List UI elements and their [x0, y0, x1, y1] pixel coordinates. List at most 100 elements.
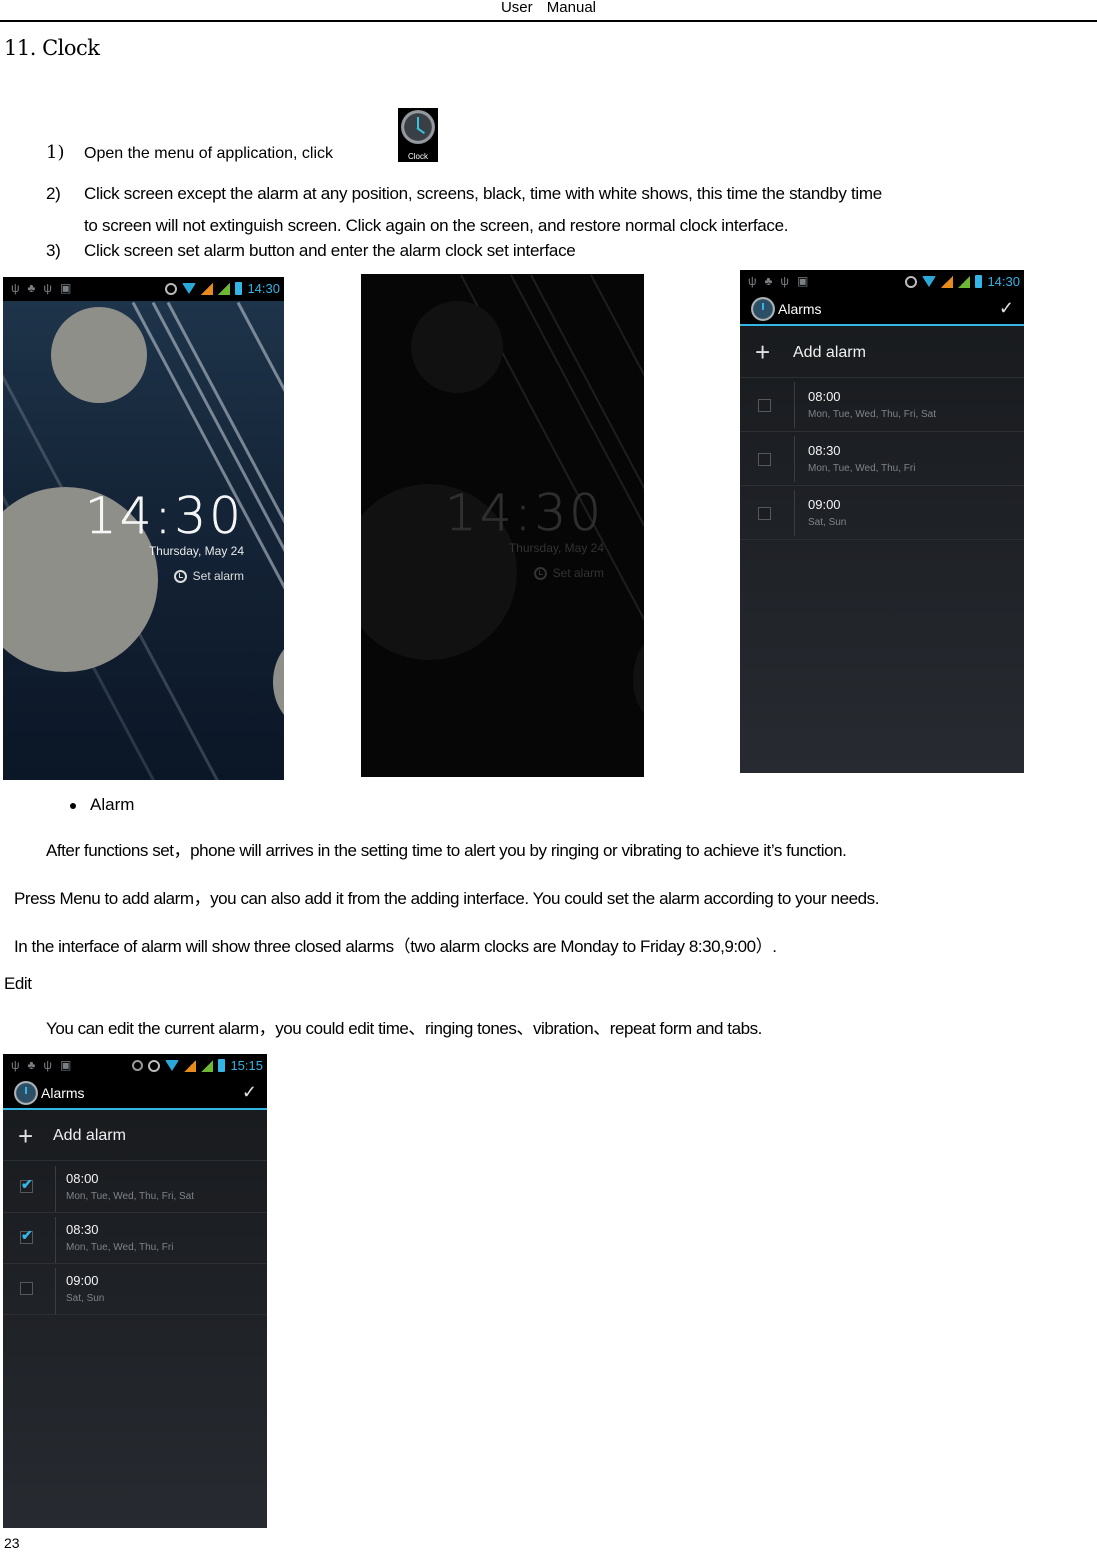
bullet-item: Alarm: [70, 795, 134, 815]
lockscreen-date: Thursday, May 24: [148, 544, 244, 558]
alarm-list: 08:00 Mon, Tue, Wed, Thu, Fri, Sat 08:30 Mo…: [740, 378, 1024, 540]
battery-icon: [975, 275, 983, 288]
alarm-repeat-days: Sat, Sun: [66, 1293, 105, 1304]
signal-icon: [218, 282, 231, 295]
alarm-time: 08:30: [808, 443, 841, 458]
step-3: 3) Click screen set alarm button and ente…: [46, 241, 576, 261]
notification-icons: ψ♣ψ▣: [748, 274, 817, 288]
done-check-icon[interactable]: ✓: [242, 1082, 257, 1103]
status-time: 14:30: [987, 274, 1020, 289]
alarm-clock-icon: [533, 566, 547, 580]
status-time: 14:30: [247, 281, 280, 296]
battery-icon: [235, 282, 243, 295]
step-1: 1) Open the menu of application, click: [46, 142, 333, 163]
status-bar: ψ♣ψ▣ 14:30: [3, 277, 284, 301]
wallpaper-bubble: [411, 301, 503, 393]
alarm-repeat-days: Mon, Tue, Wed, Thu, Fri, Sat: [808, 409, 937, 420]
divider: [794, 490, 795, 536]
action-bar-title: Alarms: [41, 1085, 85, 1101]
done-check-icon[interactable]: ✓: [999, 298, 1014, 319]
lockscreen-dim-screenshot: 14:30 Thursday, May 24 Set alarm: [361, 274, 644, 777]
notification-icons: ψ♣ψ▣: [11, 1058, 80, 1072]
alarm-item[interactable]: 09:00 Sat, Sun: [740, 486, 1024, 540]
alarm-toggle-checkbox[interactable]: [20, 1227, 33, 1244]
alarm-repeat-days: Mon, Tue, Wed, Thu, Fri: [66, 1242, 174, 1253]
alarm-repeat-days: Mon, Tue, Wed, Thu, Fri: [808, 463, 916, 474]
alarm-toggle-checkbox[interactable]: [758, 399, 771, 412]
alarm-status-icon: [132, 1060, 144, 1071]
plus-icon: +: [18, 1121, 34, 1151]
alarm-time: 08:00: [66, 1171, 99, 1186]
status-time: 15:15: [230, 1058, 263, 1073]
step-text: Click screen except the alarm at any pos…: [84, 184, 882, 203]
signal-icon: [184, 1059, 197, 1072]
alarm-repeat-days: Mon, Tue, Wed, Thu, Fri, Sat: [66, 1191, 195, 1202]
rotation-lock-icon: [165, 282, 178, 295]
alarm-toggle-checkbox[interactable]: [20, 1176, 33, 1193]
signal-icon: [958, 275, 971, 288]
page-number: 23: [4, 1535, 20, 1551]
alarm-item[interactable]: 09:00 Sat, Sun: [3, 1264, 267, 1315]
divider: [55, 1217, 56, 1263]
signal-icon: [941, 275, 954, 288]
wifi-icon: [182, 283, 197, 294]
subheading: Edit: [4, 974, 32, 993]
alarm-clock-icon: [173, 569, 187, 583]
wallpaper-bubble: [51, 307, 147, 403]
clock-app-icon[interactable]: [751, 297, 775, 321]
paragraph: Press Menu to add alarm，you can also add…: [14, 889, 879, 908]
paragraph: You can edit the current alarm，you could…: [46, 1019, 762, 1038]
step-text-continued: to screen will not extinguish screen. Cl…: [84, 216, 789, 235]
alarm-item[interactable]: 08:00 Mon, Tue, Wed, Thu, Fri, Sat: [3, 1162, 267, 1213]
step-number: 3): [46, 241, 61, 260]
alarm-item[interactable]: 08:30 Mon, Tue, Wed, Thu, Fri: [740, 432, 1024, 486]
step-2: 2) Click screen except the alarm at any p…: [46, 178, 1096, 242]
alarm-toggle-checkbox[interactable]: [758, 507, 771, 520]
notification-icons: ψ♣ψ▣: [11, 281, 80, 295]
divider: [794, 436, 795, 482]
add-alarm-button[interactable]: + Add alarm: [3, 1112, 267, 1161]
page-header: User Manual: [0, 0, 1097, 22]
add-alarm-label: Add alarm: [793, 344, 866, 361]
clock-app-label: Clock: [407, 152, 428, 161]
divider: [55, 1166, 56, 1212]
lockscreen-time: 14:30: [84, 487, 244, 546]
section-title: 11. Clock: [4, 36, 100, 60]
action-bar: Alarms ✓: [740, 294, 1024, 326]
alarms-screenshot: ψ♣ψ▣ 14:30 Alarms ✓ + Add alarm 08:00 Mon…: [740, 270, 1024, 773]
set-alarm-button[interactable]: Set alarm: [173, 569, 244, 583]
signal-icon: [201, 282, 214, 295]
alarm-item[interactable]: 08:00 Mon, Tue, Wed, Thu, Fri, Sat: [740, 378, 1024, 432]
set-alarm-label: Set alarm: [192, 569, 244, 583]
divider: [794, 382, 795, 428]
paragraph: After functions set，phone will arrives i…: [46, 841, 847, 860]
step-number: 1): [46, 142, 65, 163]
add-alarm-button[interactable]: + Add alarm: [740, 328, 1024, 378]
set-alarm-label: Set alarm: [552, 566, 604, 580]
alarm-time: 09:00: [66, 1273, 99, 1288]
step-text: Open the menu of application, click: [84, 145, 334, 162]
action-bar-title: Alarms: [778, 301, 822, 317]
set-alarm-button[interactable]: Set alarm: [533, 566, 604, 580]
alarm-item[interactable]: 08:30 Mon, Tue, Wed, Thu, Fri: [3, 1213, 267, 1264]
wifi-icon: [165, 1060, 180, 1071]
paragraph: In the interface of alarm will show thre…: [14, 937, 777, 956]
lockscreen-date: Thursday, May 24: [508, 541, 604, 555]
add-alarm-label: Add alarm: [53, 1127, 126, 1144]
alarms-edit-screenshot: ψ♣ψ▣ 15:15 Alarms ✓ + Add alarm 08:00 Mon…: [3, 1054, 267, 1528]
clock-app-icon[interactable]: Clock: [398, 108, 438, 162]
divider: [55, 1268, 56, 1314]
status-bar: ψ♣ψ▣ 14:30: [740, 270, 1024, 294]
clock-app-icon[interactable]: [14, 1081, 38, 1105]
alarm-toggle-checkbox[interactable]: [758, 453, 771, 466]
alarm-list: 08:00 Mon, Tue, Wed, Thu, Fri, Sat 08:30 Mo…: [3, 1162, 267, 1315]
step-text: Click screen set alarm button and enter …: [84, 241, 576, 260]
wifi-icon: [922, 276, 937, 287]
alarm-toggle-checkbox[interactable]: [20, 1282, 33, 1295]
alarm-repeat-days: Sat, Sun: [808, 517, 847, 528]
alarm-time: 09:00: [808, 497, 841, 512]
step-number: 2): [46, 184, 61, 203]
status-bar: ψ♣ψ▣ 15:15: [3, 1054, 267, 1078]
lockscreen-screenshot: ψ♣ψ▣ 14:30 14:30 Thursday, May 24 Set al…: [3, 277, 284, 780]
bullet-text: Alarm: [90, 795, 135, 814]
